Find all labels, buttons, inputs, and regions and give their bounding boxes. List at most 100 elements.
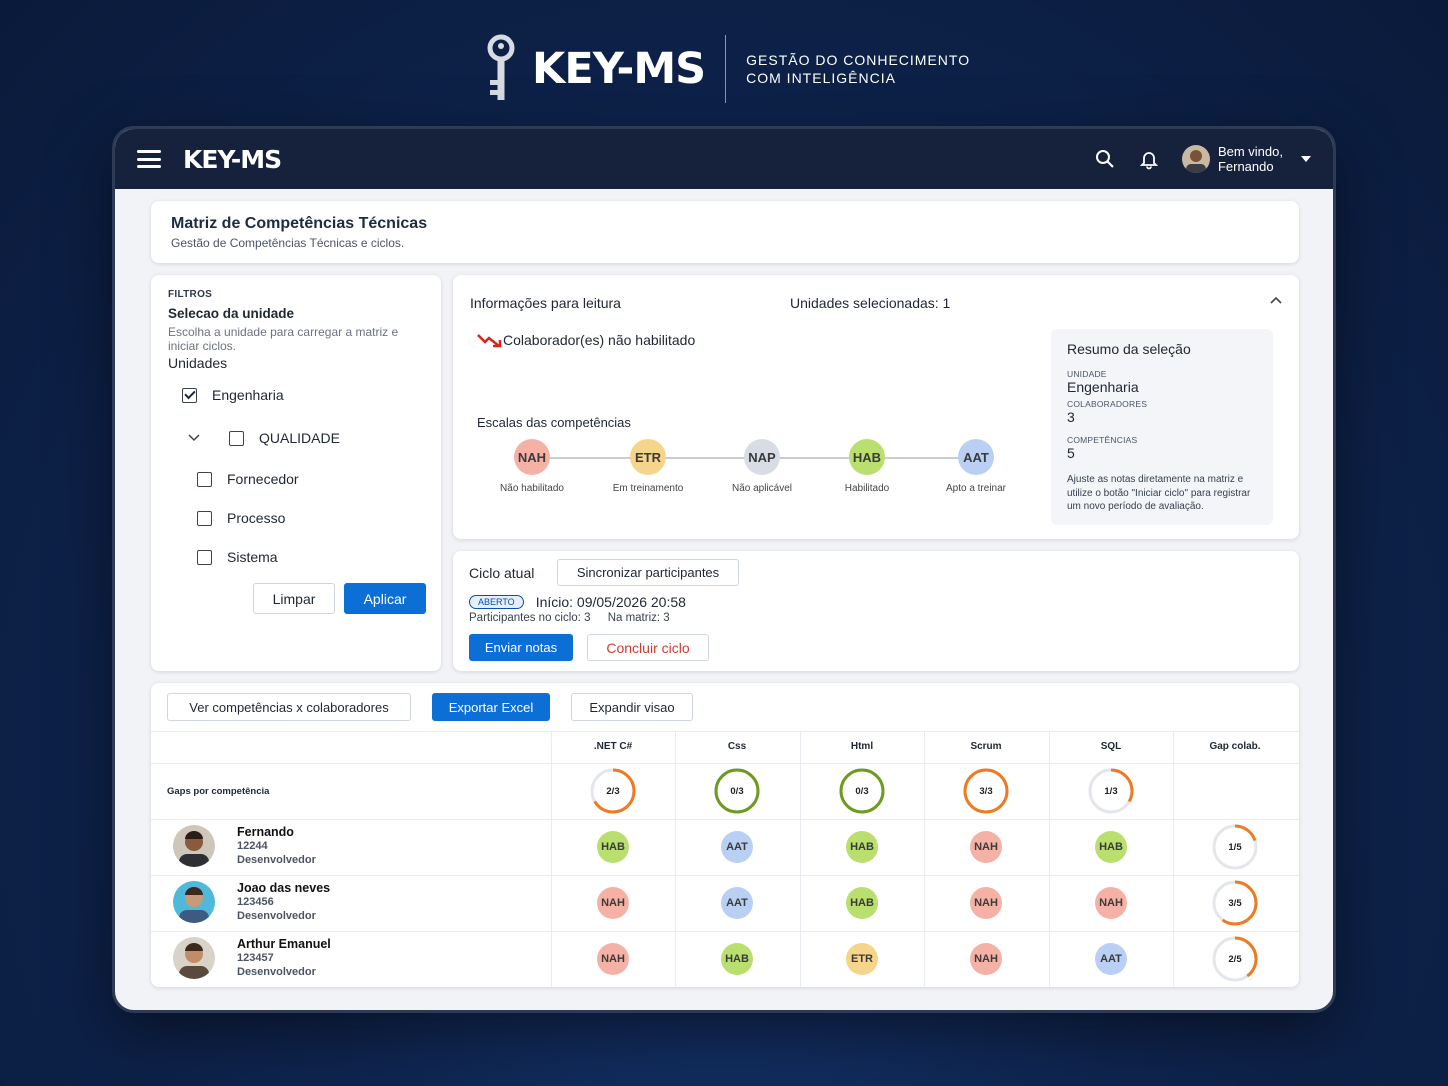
grid-line <box>551 731 552 987</box>
competency-cell[interactable]: HAB <box>1095 831 1127 863</box>
competency-cell[interactable]: HAB <box>597 831 629 863</box>
competency-cell[interactable]: NAH <box>970 831 1002 863</box>
welcome-text: Bem vindo, <box>1217 144 1283 159</box>
column-header: Scrum <box>970 741 1002 752</box>
checkbox[interactable] <box>229 430 244 446</box>
competency-cell[interactable]: ETR <box>846 943 878 975</box>
competency-cell[interactable]: HAB <box>721 943 753 975</box>
competency-cell[interactable]: NAH <box>970 887 1002 919</box>
cycle-title: Ciclo atual <box>469 565 535 581</box>
scale-label: Não habilitado <box>500 483 564 494</box>
checkbox[interactable] <box>197 471 212 487</box>
avatar <box>173 937 215 979</box>
selected-units: Unidades selecionadas: 1 <box>790 295 950 311</box>
bell-icon[interactable] <box>1138 148 1160 170</box>
scale-aat: AAT Apto a treinar <box>931 439 1021 494</box>
table-row[interactable]: Joao das neves 123456 Desenvolvedor <box>173 881 330 923</box>
export-excel-button[interactable]: Exportar Excel <box>432 693 550 721</box>
unit-item-sistema[interactable]: Sistema <box>197 549 278 565</box>
competency-cell[interactable]: HAB <box>846 831 878 863</box>
matrix-panel: Ver competências x colaboradores Exporta… <box>151 683 1299 987</box>
user-menu[interactable]: Bem vindo, Fernando <box>1181 144 1311 174</box>
table-row[interactable]: Fernando 12244 Desenvolvedor <box>173 825 316 867</box>
gauge-value: 0/3 <box>730 785 744 797</box>
close-cycle-button[interactable]: Concluir ciclo <box>587 634 709 661</box>
page-header: Matriz de Competências Técnicas Gestão d… <box>151 201 1299 263</box>
menu-icon[interactable] <box>137 150 161 168</box>
info-title: Informações para leitura <box>470 295 621 311</box>
scale-pill: NAH <box>514 439 550 475</box>
chevron-up-icon[interactable] <box>1269 295 1283 305</box>
unit-item-processo[interactable]: Processo <box>197 510 285 526</box>
collab-gap-gauge: 2/5 <box>1211 935 1259 983</box>
scale-pill: HAB <box>849 439 885 475</box>
gap-gauge: 0/3 <box>713 767 761 815</box>
cycle-start: Início: 09/05/2026 20:58 <box>535 594 686 610</box>
trend-down-icon <box>477 334 502 348</box>
avatar <box>173 881 215 923</box>
sync-participants-button[interactable]: Sincronizar participantes <box>557 559 739 586</box>
scale-label: Apto a treinar <box>945 483 1007 494</box>
selected-units-value: 1 <box>942 295 951 311</box>
gap-gauge: 2/3 <box>589 767 637 815</box>
grid-line <box>151 819 1299 820</box>
competency-cell[interactable]: NAH <box>1095 887 1127 919</box>
column-header: Css <box>727 741 747 752</box>
filters-panel: FILTROS Selecao da unidade Escolha a uni… <box>151 275 441 671</box>
collab-gap-gauge: 3/5 <box>1211 879 1259 927</box>
competency-cell[interactable]: NAH <box>597 943 629 975</box>
grid-line <box>151 731 1299 732</box>
clear-button[interactable]: Limpar <box>253 583 335 614</box>
table-row[interactable]: Arthur Emanuel 123457 Desenvolvedor <box>173 937 331 979</box>
apply-button[interactable]: Aplicar <box>344 583 426 614</box>
competency-cell[interactable]: AAT <box>721 887 753 919</box>
gauge-value: 3/5 <box>1228 897 1242 909</box>
person-name: Fernando <box>237 825 294 839</box>
column-header: Gap colab. <box>1209 741 1261 752</box>
chevron-down-icon[interactable] <box>1301 156 1311 162</box>
unit-item-qualidade[interactable]: QUALIDADE <box>187 430 340 446</box>
person-name: Joao das neves <box>237 881 331 895</box>
grid-line <box>151 763 1299 764</box>
scale-nap: NAP Não aplicável <box>717 439 807 494</box>
competency-cell[interactable]: AAT <box>721 831 753 863</box>
checkbox[interactable] <box>197 549 212 565</box>
gap-gauge: 3/3 <box>962 767 1010 815</box>
summary-title: Resumo da seleção <box>1067 341 1191 357</box>
chevron-down-icon[interactable] <box>187 433 201 443</box>
summary-note: Ajuste as notas diretamente na matriz e … <box>1067 474 1251 512</box>
grid-line <box>151 875 1299 876</box>
competency-cell[interactable]: HAB <box>846 887 878 919</box>
app-name: KEY-MS <box>183 144 282 174</box>
summary-comp-value: 5 <box>1067 445 1075 461</box>
checkbox[interactable] <box>197 510 212 526</box>
summary-unit-value: Engenharia <box>1067 379 1139 395</box>
scale-nah: NAH Não habilitado <box>487 439 577 494</box>
competency-cell[interactable]: AAT <box>1095 943 1127 975</box>
participants-label: Participantes no ciclo: <box>469 612 581 624</box>
view-competencies-button[interactable]: Ver competências x colaboradores <box>167 693 411 721</box>
competency-cell[interactable]: NAH <box>970 943 1002 975</box>
units-label: Unidades <box>168 355 228 371</box>
competency-cell[interactable]: NAH <box>597 887 629 919</box>
page-title: Matriz de Competências Técnicas <box>171 215 428 232</box>
expand-view-button[interactable]: Expandir visao <box>571 693 693 721</box>
unit-item-engenharia[interactable]: Engenharia <box>182 387 284 403</box>
person-role: Desenvolvedor <box>237 910 316 922</box>
gaps-label: Gaps por competência <box>167 786 270 797</box>
checkbox[interactable] <box>182 387 197 403</box>
unit-item-fornecedor[interactable]: Fornecedor <box>197 471 299 487</box>
selection-summary: Resumo da seleção UNIDADE Engenharia COL… <box>1051 329 1273 525</box>
scale-pill: ETR <box>630 439 666 475</box>
person-role: Desenvolvedor <box>237 966 316 978</box>
grid-line <box>675 731 676 987</box>
collab-gap-gauge: 1/5 <box>1211 823 1259 871</box>
scale-pill: AAT <box>958 439 994 475</box>
search-icon[interactable] <box>1094 148 1116 170</box>
brand-header: KEY-MS GESTÃO DO CONHECIMENTO COM INTELI… <box>484 32 974 106</box>
send-grades-button[interactable]: Enviar notas <box>469 634 573 661</box>
scale-etr: ETR Em treinamento <box>603 439 693 494</box>
unit-label: Fornecedor <box>227 471 299 487</box>
person-id: 123457 <box>237 952 274 964</box>
brand-tagline: GESTÃO DO CONHECIMENTO COM INTELIGÊNCIA <box>746 51 970 87</box>
